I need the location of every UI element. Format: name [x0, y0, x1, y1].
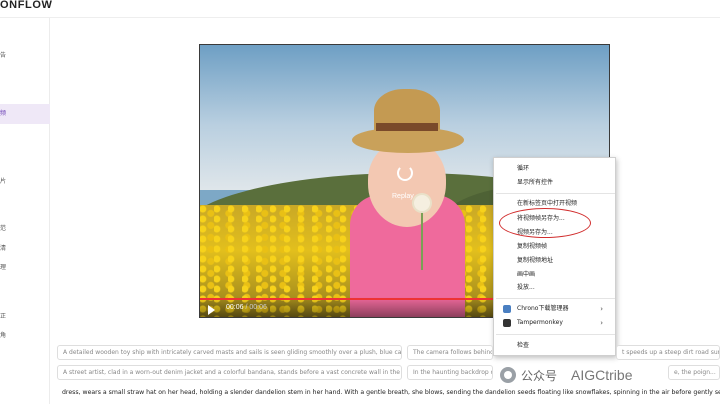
menu-item-tampermonkey-label: Tampermonkey [517, 319, 563, 326]
prompt-card[interactable]: e, the poign... [668, 365, 720, 380]
chevron-right-icon: › [600, 319, 603, 327]
app-logo[interactable]: ONFLOW [0, 0, 52, 11]
watermark: 公众号 AIGCtribe [500, 364, 632, 386]
context-menu: 循环 显示所有控件 在新标签页中打开视频 将视频帧另存为... 视频另存为...… [493, 157, 616, 356]
tampermonkey-icon [503, 319, 511, 327]
menu-item-chrono[interactable]: Chrono下载管理器 › [494, 303, 615, 315]
menu-item-picture-in-picture[interactable]: 画中画 [494, 269, 615, 281]
sidebar-item-active[interactable]: 频 [0, 104, 50, 124]
sidebar-item-4[interactable] [0, 156, 50, 168]
video-girl-face [368, 141, 446, 227]
app-window: ONFLOW 告 频 片 范 清 理 正 角 Replay 00:06 / 00… [0, 0, 720, 404]
menu-item-cast[interactable]: 投放... [494, 282, 615, 294]
sidebar-item-5[interactable]: 片 [0, 176, 50, 188]
top-bar: ONFLOW [0, 0, 720, 18]
video-hat-band [376, 123, 438, 131]
menu-item-inspect[interactable]: 检查 [494, 340, 615, 352]
prompt-text: dress, wears a small straw hat on her he… [62, 389, 720, 396]
chrono-icon [503, 305, 511, 313]
replay-icon[interactable] [397, 165, 413, 181]
chevron-right-icon: › [600, 305, 603, 313]
sidebar-item-8[interactable]: 理 [0, 262, 50, 274]
menu-item-loop[interactable]: 循环 [494, 163, 615, 175]
time-display: 00:06 / 00:06 [226, 304, 267, 311]
sidebar-item-10[interactable]: 角 [0, 330, 50, 342]
prompt-card[interactable]: A street artist, clad in a worn-out deni… [57, 365, 402, 380]
menu-separator [496, 334, 615, 335]
play-icon[interactable] [208, 305, 215, 315]
sidebar-item-7[interactable]: 清 [0, 243, 50, 255]
watermark-channel: 公众号 [521, 368, 558, 383]
sidebar-item-2[interactable] [0, 68, 50, 80]
prompt-card[interactable]: The camera follows behind a ... [407, 345, 493, 360]
video-dandelion-stem [421, 210, 423, 270]
highlight-ellipse [499, 208, 591, 238]
menu-separator [496, 193, 615, 194]
watermark-brand: AIGCtribe [571, 367, 633, 383]
menu-item-copy-address[interactable]: 复制视频地址 [494, 255, 615, 267]
wechat-icon [500, 367, 516, 383]
menu-item-copy-frame[interactable]: 复制视频帧 [494, 241, 615, 253]
prompt-card[interactable]: A detailed wooden toy ship with intricat… [57, 345, 402, 360]
sidebar-item-6[interactable]: 范 [0, 223, 50, 235]
prompt-card[interactable]: t speeds up a steep dirt road surrou... [616, 345, 720, 360]
menu-item-chrono-label: Chrono下载管理器 [517, 305, 569, 312]
prompt-card[interactable]: In the haunting backdrop of ... [407, 365, 493, 380]
sidebar-item-1[interactable]: 告 [0, 50, 50, 62]
duration: 00:06 [249, 304, 267, 311]
sidebar: 告 频 片 范 清 理 正 角 [0, 18, 50, 404]
menu-item-tampermonkey[interactable]: Tampermonkey › [494, 317, 615, 329]
menu-item-show-controls[interactable]: 显示所有控件 [494, 177, 615, 189]
video-dandelion [414, 195, 430, 211]
menu-separator [496, 298, 615, 299]
sidebar-item-9[interactable]: 正 [0, 311, 50, 323]
replay-label[interactable]: Replay [392, 193, 414, 200]
current-time: 00:06 [226, 304, 244, 311]
